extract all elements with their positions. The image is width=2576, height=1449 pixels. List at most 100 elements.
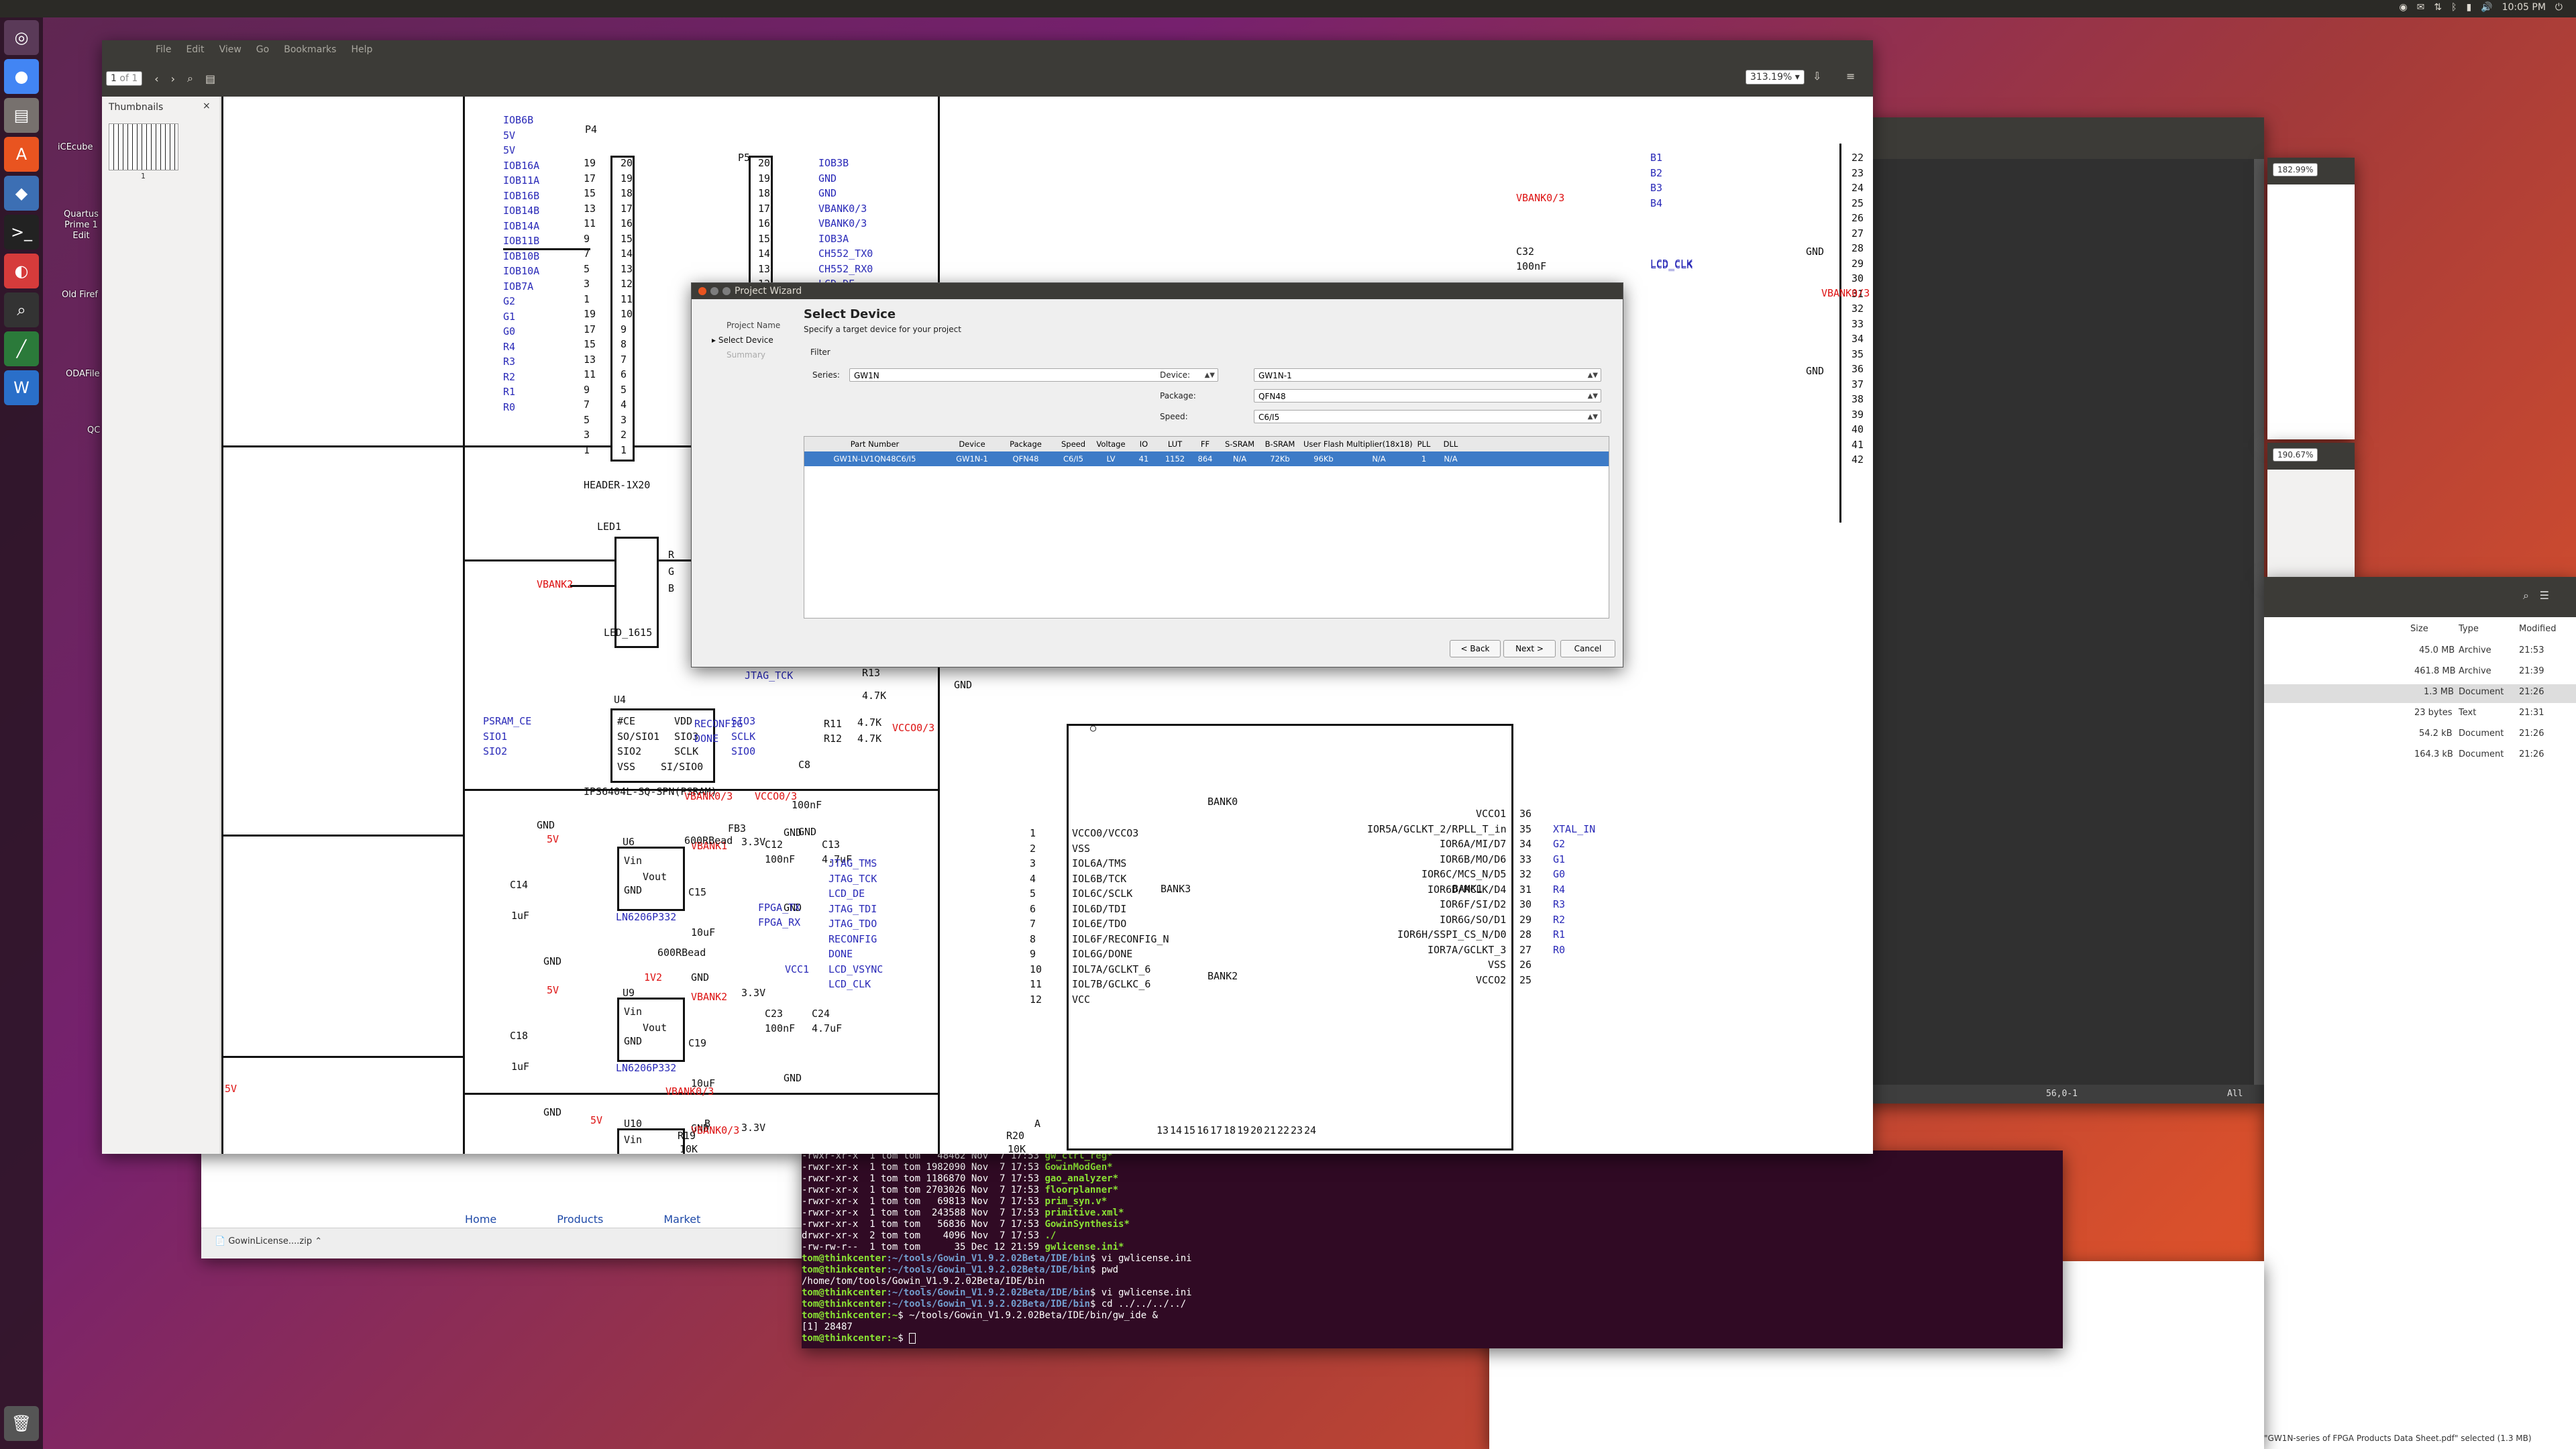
column-header[interactable]: Voltage [1094,437,1128,451]
net-label: IOB11B [503,235,540,247]
pin-number: 9 [1030,948,1036,960]
pin-label: #CE [617,715,636,727]
next-page-icon[interactable]: › [171,72,175,85]
annotate-icon[interactable]: ▤ [205,72,215,85]
dash-icon[interactable]: ◎ [4,20,39,55]
device-select[interactable]: GW1N-1 ▲▼ [1254,368,1601,382]
close-icon[interactable] [698,287,706,295]
menu-item-bookmarks[interactable]: Bookmarks [284,44,336,55]
column-header[interactable]: Multiplier(18x18) [1346,437,1413,451]
menu-item-go[interactable]: Go [256,44,269,55]
fpga-tool-icon[interactable]: ╱ [4,331,39,366]
zoom-box[interactable]: 190.67% [2273,448,2318,462]
page-input[interactable]: 1 of 1 [106,71,143,86]
column-header[interactable]: Package [999,437,1053,451]
pin-number: 17 [1210,1124,1223,1136]
menu-item-file[interactable]: File [156,44,171,55]
pdf-viewer-icon[interactable]: ◐ [4,254,39,288]
col-size[interactable]: Size [2410,624,2428,634]
maximize-icon[interactable] [722,287,731,295]
nav-market[interactable]: Market [663,1213,700,1226]
terminal-line: -rwxr-xr-x 1 tom tom 2703026 Nov 7 17:53… [802,1185,2063,1196]
gowin-icon[interactable]: W [4,370,39,405]
value-label: 600RBead [684,835,733,847]
desktop-label[interactable]: iCEcube [58,142,93,153]
files-icon[interactable]: ▤ [4,98,39,133]
column-header[interactable]: S-SRAM [1220,437,1259,451]
chrome-icon[interactable]: ● [4,59,39,94]
pin-number: 33 [1851,317,1864,330]
power-icon[interactable]: ⏻ [2555,2,2563,13]
desktop-label[interactable]: Quartus Prime 1 Edit [58,209,105,241]
network-icon[interactable]: ⇅ [2434,2,2442,13]
menu-icon[interactable]: ≡ [1846,70,1855,83]
pin-number: 34 [1519,838,1532,850]
clock[interactable]: 10:05 PM [2502,2,2546,13]
firefox-icon[interactable]: ◉ [2399,2,2407,13]
column-header[interactable]: Part Number [804,437,945,451]
editor-text-area[interactable] [1851,159,2254,1085]
package-label: Package: [1160,391,1196,400]
menu-item-help[interactable]: Help [351,44,372,55]
column-header[interactable]: User Flash [1301,437,1346,451]
column-header[interactable]: IO [1128,437,1160,451]
search-icon[interactable]: ⌕ [187,72,193,85]
power-label: 5V [547,833,559,845]
pin-number: 14 [1170,1124,1183,1136]
terminal-output: /home/tom/tools/Gowin_V1.9.2.02Beta/IDE/… [802,1276,1045,1287]
mail-icon[interactable]: ✉ [2417,2,2425,13]
desktop-label[interactable]: QC [87,425,100,436]
pin-number: 16 [1197,1124,1210,1136]
software-center-icon[interactable]: A [4,137,39,172]
menu-item-view[interactable]: View [219,44,241,55]
trash-icon[interactable]: 🗑 [4,1406,39,1441]
terminal-filename: ./ [1044,1230,1057,1241]
previous-page-icon[interactable]: ‹ [154,72,158,85]
column-header[interactable]: Speed [1053,437,1094,451]
battery-icon[interactable]: ▮ [2466,2,2471,13]
sidebar-title[interactable]: Thumbnails [109,102,163,113]
minimize-icon[interactable] [710,287,718,295]
virtualbox-icon[interactable]: ◆ [4,176,39,211]
search-app-icon[interactable]: ⌕ [4,292,39,327]
pin-number: 9 [621,323,627,335]
pin-label: VCC [1072,993,1091,1006]
cancel-button[interactable]: Cancel [1560,640,1615,657]
pin-number: 38 [1851,393,1864,405]
volume-icon[interactable]: 🔊 [2481,2,2492,13]
list-view-icon[interactable]: ☰ [2540,589,2549,602]
table-row[interactable]: GW1N-LV1QN48C6/I5 GW1N-1 QFN48 C6/I5 LV 41 115… [804,451,1609,466]
column-header[interactable]: FF [1190,437,1220,451]
column-header[interactable]: DLL [1436,437,1465,451]
menu-item-edit[interactable]: Edit [186,44,204,55]
nav-home[interactable]: Home [465,1213,496,1226]
column-header[interactable]: PLL [1411,437,1436,451]
net-label: LCD_DE [828,888,865,900]
terminal-icon[interactable]: >_ [4,215,39,250]
download-item[interactable]: 📄 GowinLicense....zip ⌃ [215,1236,322,1246]
zoom-select[interactable]: 313.19% ▾ [1746,70,1805,85]
back-button[interactable]: < Back [1450,640,1501,657]
page-thumbnail[interactable] [109,123,178,170]
desktop-label[interactable]: Old Firef [62,290,98,301]
column-header[interactable]: B-SRAM [1259,437,1301,451]
desktop-label[interactable]: ODAFile [66,369,100,380]
bluetooth-icon[interactable]: ᛒ [2451,2,2457,13]
save-icon[interactable]: ⇩ [1813,70,1821,83]
editor-scrollbar[interactable] [2254,159,2264,1085]
search-icon[interactable]: ⌕ [2523,589,2529,602]
terminal-window[interactable]: -rwxr-xr-x 1 tom tom 48462 Nov 7 17:53 g… [802,1150,2063,1348]
col-type[interactable]: Type [2459,624,2479,634]
column-header[interactable]: Device [945,437,999,451]
nav-products[interactable]: Products [557,1213,603,1226]
column-header[interactable]: LUT [1160,437,1190,451]
package-select[interactable]: QFN48 ▲▼ [1254,389,1601,402]
speed-select[interactable]: C6/I5 ▲▼ [1254,410,1601,423]
pin-number: 11 [584,368,596,380]
pin-number: 7 [1030,918,1036,930]
pin-number: 26 [1519,959,1532,971]
col-modified[interactable]: Modified [2519,624,2556,634]
close-icon[interactable]: × [203,101,211,111]
next-button[interactable]: Next > [1503,640,1556,657]
zoom-box[interactable]: 182.99% [2273,163,2318,176]
